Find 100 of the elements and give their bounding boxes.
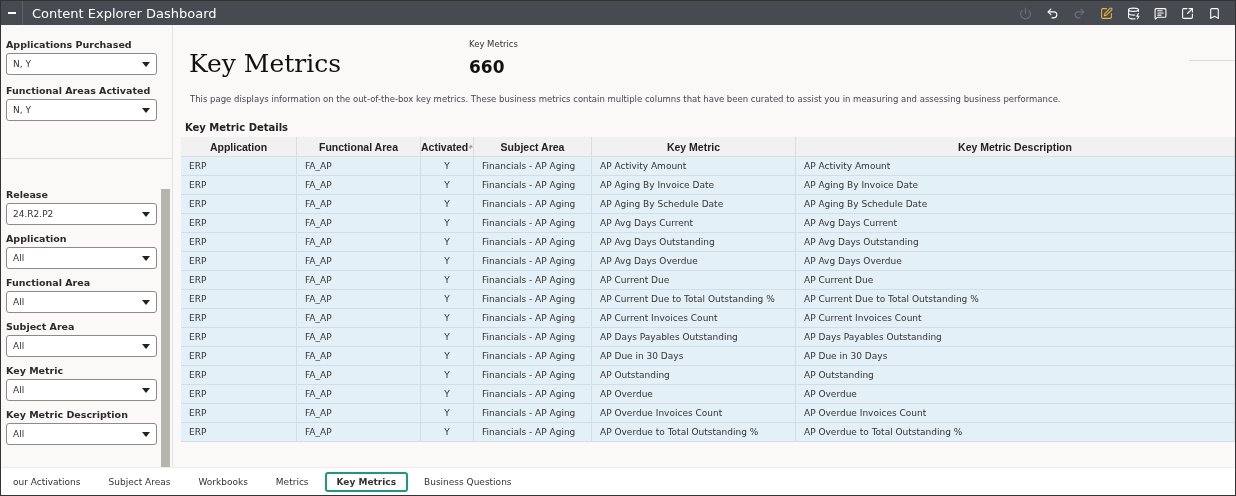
table-cell: AP Overdue Invoices Count — [592, 404, 796, 423]
caret-icon — [142, 343, 150, 349]
table-cell: AP Days Payables Outstanding — [592, 328, 796, 347]
table-cell: FA_AP — [297, 347, 421, 366]
table-cell: FA_AP — [297, 328, 421, 347]
table-cell: AP Outstanding — [796, 366, 1235, 385]
table-cell: AP Aging By Invoice Date — [592, 176, 796, 195]
table-cell: Y — [421, 157, 474, 176]
table-cell: AP Current Due — [796, 271, 1235, 290]
scrollbar[interactable] — [161, 189, 170, 467]
column-header[interactable]: Subject Area — [474, 137, 592, 157]
table-cell: FA_AP — [297, 309, 421, 328]
table-cell: ERP — [181, 423, 297, 442]
table-cell: Y — [421, 290, 474, 309]
table-cell: ERP — [181, 347, 297, 366]
table-cell: AP Activity Amount — [796, 157, 1235, 176]
dropdown[interactable]: All — [6, 291, 157, 313]
table-cell: Y — [421, 366, 474, 385]
page-description: This page displays information on the out-of-the-box key metrics. These business metrics contain multiple columns that have been curated to assist you in measuring and assessing business performance. — [190, 94, 1062, 104]
tab[interactable]: Metrics — [263, 471, 321, 492]
table-cell: AP Current Invoices Count — [796, 309, 1235, 328]
dropdown[interactable]: All — [6, 247, 157, 269]
caret-icon — [142, 387, 150, 393]
tab[interactable]: Subject Areas — [96, 471, 183, 492]
tab[interactable]: Business Questions — [412, 471, 524, 492]
table-cell: Financials - AP Aging — [474, 195, 592, 214]
caret-icon — [142, 255, 150, 261]
table-cell: AP Avg Days Current — [592, 214, 796, 233]
table-cell: AP Avg Days Outstanding — [592, 233, 796, 252]
dropdown[interactable]: All — [6, 423, 157, 445]
table-cell: Y — [421, 252, 474, 271]
table-cell: AP Overdue — [592, 385, 796, 404]
table-cell: AP Current Due to Total Outstanding % — [796, 290, 1235, 309]
edit-icon[interactable] — [1098, 4, 1115, 22]
table-cell: AP Outstanding — [592, 366, 796, 385]
table-cell: FA_AP — [297, 423, 421, 442]
table-cell: Financials - AP Aging — [474, 423, 592, 442]
column-header[interactable]: Activated — [421, 137, 474, 157]
table-cell: Financials - AP Aging — [474, 214, 592, 233]
table-cell: Financials - AP Aging — [474, 271, 592, 290]
table-cell: ERP — [181, 385, 297, 404]
table-cell: FA_AP — [297, 157, 421, 176]
tab[interactable]: our Activations — [1, 471, 93, 492]
table-cell: Y — [421, 385, 474, 404]
caret-icon — [142, 107, 150, 113]
column-header[interactable]: Key Metric — [592, 137, 796, 157]
dropdown[interactable]: N, Y — [6, 99, 157, 121]
table-cell: ERP — [181, 176, 297, 195]
table-cell: AP Activity Amount — [592, 157, 796, 176]
minus-icon[interactable] — [7, 12, 16, 14]
table-cell: AP Avg Days Current — [796, 214, 1235, 233]
table-cell: AP Aging By Invoice Date — [796, 176, 1235, 195]
table-cell: FA_AP — [297, 214, 421, 233]
column-header[interactable]: Functional Area — [297, 137, 421, 157]
column-header[interactable]: Key Metric Description — [796, 137, 1235, 157]
dropdown[interactable]: 24.R2.P2 — [6, 203, 157, 225]
table-cell: AP Overdue to Total Outstanding % — [592, 423, 796, 442]
table-cell: FA_AP — [297, 385, 421, 404]
dropdown[interactable]: All — [6, 335, 157, 357]
column-header[interactable]: Application — [181, 137, 297, 157]
table-cell: Y — [421, 347, 474, 366]
table-cell: Financials - AP Aging — [474, 366, 592, 385]
tab[interactable]: Workbooks — [186, 471, 260, 492]
filter-label: Key Metric — [6, 365, 65, 376]
tab[interactable]: Key Metrics — [324, 471, 409, 492]
table-cell: Y — [421, 214, 474, 233]
sort-icon[interactable] — [469, 142, 473, 151]
table-cell: Financials - AP Aging — [474, 233, 592, 252]
table-cell: Y — [421, 233, 474, 252]
dropdown[interactable]: N, Y — [6, 53, 157, 75]
database-icon[interactable] — [1125, 4, 1142, 22]
table-cell: Financials - AP Aging — [474, 290, 592, 309]
table-cell: ERP — [181, 328, 297, 347]
table-cell: AP Current Due — [592, 271, 796, 290]
table-cell: AP Avg Days Overdue — [592, 252, 796, 271]
table-cell: Financials - AP Aging — [474, 347, 592, 366]
table-cell: FA_AP — [297, 404, 421, 423]
table-cell: Y — [421, 195, 474, 214]
table-cell: AP Due in 30 Days — [592, 347, 796, 366]
table-cell: AP Overdue Invoices Count — [796, 404, 1235, 423]
caret-icon — [142, 431, 150, 437]
kpi-label: Key Metrics — [469, 39, 519, 49]
table-cell: FA_AP — [297, 271, 421, 290]
table-cell: FA_AP — [297, 290, 421, 309]
table-cell: ERP — [181, 214, 297, 233]
table-cell: FA_AP — [297, 176, 421, 195]
page-heading: Key Metrics — [189, 49, 343, 78]
dropdown[interactable]: All — [6, 379, 157, 401]
table-cell: AP Current Due to Total Outstanding % — [592, 290, 796, 309]
table-cell: Y — [421, 423, 474, 442]
table-cell: ERP — [181, 195, 297, 214]
table-cell: Financials - AP Aging — [474, 404, 592, 423]
table-cell: Y — [421, 309, 474, 328]
table-cell: Y — [421, 176, 474, 195]
table-cell: Y — [421, 271, 474, 290]
table-cell: Y — [421, 328, 474, 347]
table-cell: AP Avg Days Overdue — [796, 252, 1235, 271]
table-cell: ERP — [181, 157, 297, 176]
filter-label: Applications Purchased — [6, 39, 133, 50]
table-cell: Financials - AP Aging — [474, 328, 592, 347]
